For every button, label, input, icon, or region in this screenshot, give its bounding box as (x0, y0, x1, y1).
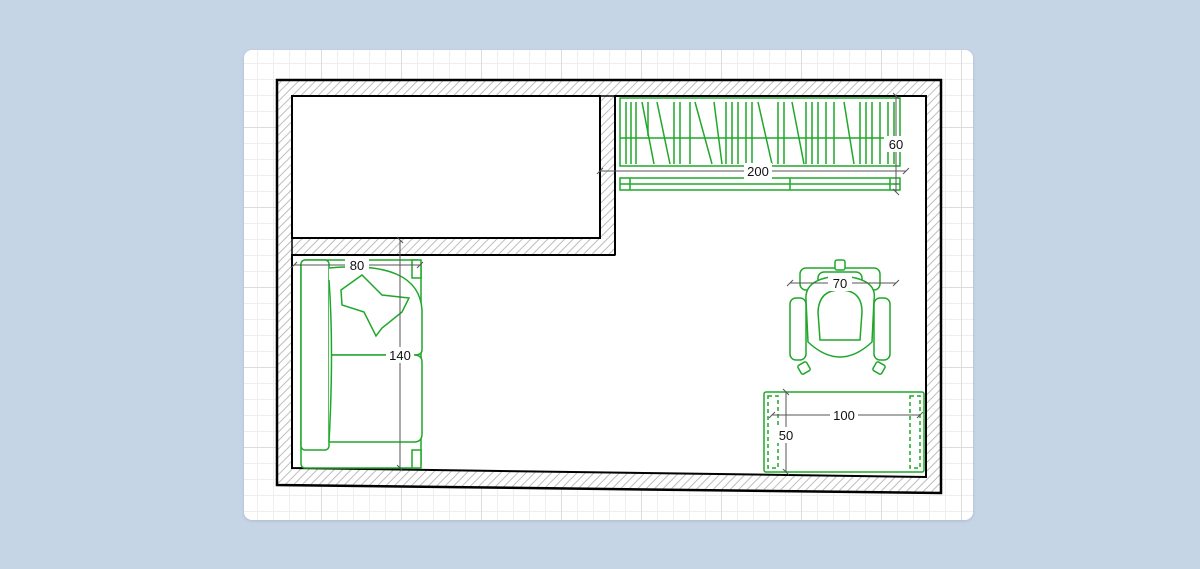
floor-plan: 200 60 80 140 70 100 50 (275, 78, 943, 495)
shelf-depth-label: 60 (889, 137, 903, 152)
shelf-width-label: 200 (747, 164, 769, 179)
desk-depth-label: 50 (779, 428, 793, 443)
chair-width-label: 70 (833, 276, 847, 291)
sofa[interactable] (300, 259, 423, 469)
sofa-depth-label: 80 (350, 258, 364, 273)
floor-plan-canvas[interactable]: 200 60 80 140 70 100 50 (244, 50, 973, 520)
sofa-length-label: 140 (389, 348, 411, 363)
desk-width-label: 100 (833, 408, 855, 423)
